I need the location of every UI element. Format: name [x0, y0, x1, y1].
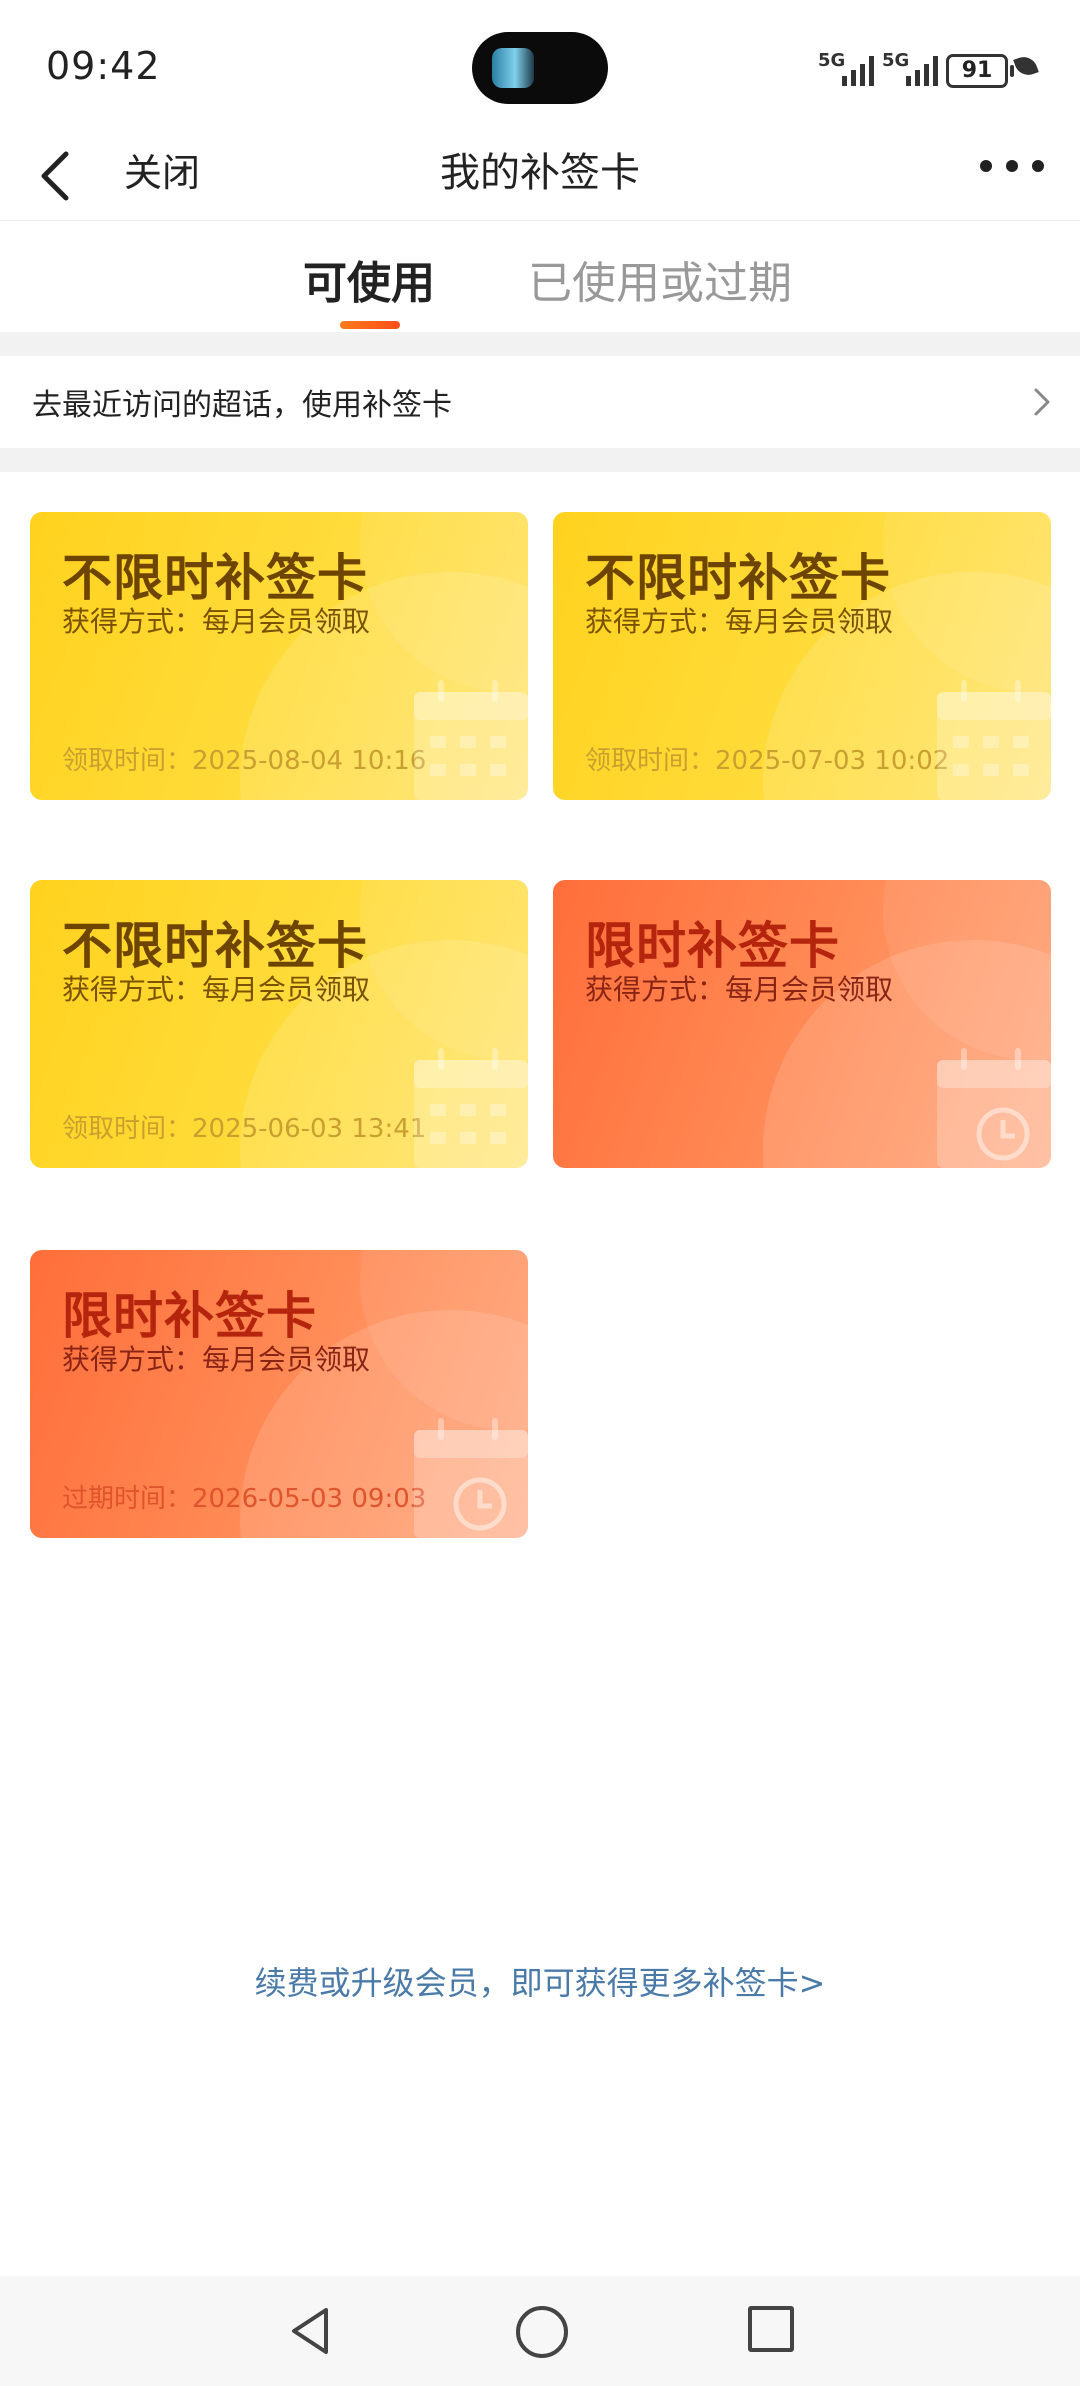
tab-bar: 可使用 已使用或过期: [0, 220, 1080, 333]
tab-indicator: [340, 321, 400, 329]
camera-icon: [492, 48, 534, 88]
divider: [0, 332, 1080, 356]
chevron-right-icon: [1034, 388, 1050, 416]
renew-membership-link[interactable]: 续费或升级会员，即可获得更多补签卡>: [0, 1958, 1080, 2004]
divider: [0, 448, 1080, 472]
notice-row[interactable]: 去最近访问的超话，使用补签卡: [0, 356, 1080, 448]
card-source: 获得方式：每月会员领取: [585, 973, 894, 1006]
power-saving-icon: [1013, 53, 1039, 79]
nav-home-icon[interactable]: [516, 2306, 568, 2358]
calendar-clock-icon: [937, 1048, 1051, 1168]
calendar-clock-icon: [414, 1418, 528, 1538]
card-unlimited-3[interactable]: 不限时补签卡 获得方式：每月会员领取 领取时间：2025-06-03 13:41: [30, 880, 528, 1168]
camera-island: [472, 32, 608, 104]
status-bar: 09:42 5G 5G 91: [0, 0, 1080, 132]
nav-recent-icon[interactable]: [748, 2306, 794, 2352]
calendar-icon: [937, 680, 1051, 800]
more-icon[interactable]: [980, 160, 1044, 172]
card-time: 领取时间：2025-07-03 10:02: [585, 746, 950, 776]
notice-text: 去最近访问的超话，使用补签卡: [32, 388, 452, 423]
calendar-icon: [414, 680, 528, 800]
tab-available[interactable]: 可使用: [303, 247, 435, 311]
battery-icon: 91: [946, 54, 1014, 88]
card-source: 获得方式：每月会员领取: [62, 605, 371, 638]
card-limited-1[interactable]: 限时补签卡 获得方式：每月会员领取: [553, 880, 1051, 1168]
card-unlimited-1[interactable]: 不限时补签卡 获得方式：每月会员领取 领取时间：2025-08-04 10:16: [30, 512, 528, 800]
card-time: 领取时间：2025-06-03 13:41: [62, 1114, 427, 1144]
signal-icon: 5G: [818, 50, 874, 86]
card-time: 领取时间：2025-08-04 10:16: [62, 746, 427, 776]
card-time: 过期时间：2026-05-03 09:03: [62, 1484, 427, 1514]
nav-back-icon[interactable]: [286, 2306, 334, 2356]
card-unlimited-2[interactable]: 不限时补签卡 获得方式：每月会员领取 领取时间：2025-07-03 10:02: [553, 512, 1051, 800]
card-limited-2[interactable]: 限时补签卡 获得方式：每月会员领取 过期时间：2026-05-03 09:03: [30, 1250, 528, 1538]
card-source: 获得方式：每月会员领取: [62, 1343, 371, 1376]
calendar-icon: [414, 1048, 528, 1168]
page-title: 我的补签卡: [440, 150, 640, 196]
card-source: 获得方式：每月会员领取: [62, 973, 371, 1006]
status-time: 09:42: [46, 44, 161, 88]
tab-used-or-expired[interactable]: 已使用或过期: [528, 247, 792, 311]
signal-icon-2: 5G: [882, 50, 938, 86]
card-source: 获得方式：每月会员领取: [585, 605, 894, 638]
nav-bar: 关闭 我的补签卡: [0, 132, 1080, 220]
system-nav-bar: [0, 2276, 1080, 2386]
